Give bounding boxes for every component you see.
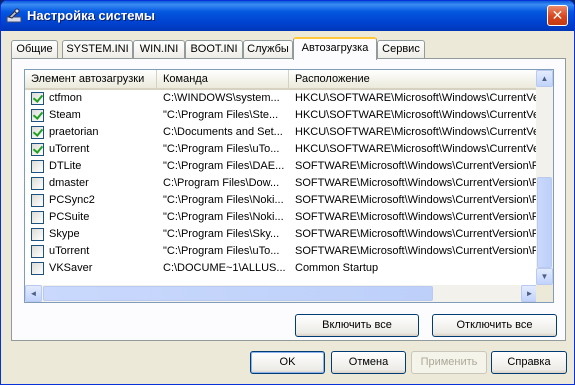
startup-item-location: HKCU\SOFTWARE\Microsoft\Windows\CurrentV… [295, 126, 538, 138]
startup-item-command: C:\WINDOWS\system... [163, 92, 280, 104]
startup-item-name: dmaster [49, 177, 89, 189]
startup-item-command: C:\Program Files\Dow... [163, 177, 280, 189]
startup-item-name: praetorian [49, 126, 99, 138]
window-title: Настройка системы [27, 8, 156, 23]
startup-item-location: HKCU\SOFTWARE\Microsoft\Windows\CurrentV… [295, 143, 538, 155]
startup-item-location: Common Startup [295, 262, 379, 274]
enable-checkbox[interactable] [31, 109, 44, 122]
tab-general[interactable]: Общие [11, 40, 58, 59]
startup-item-command: "C:\Program Files\Noki... [163, 194, 284, 206]
enable-checkbox[interactable] [31, 211, 44, 224]
startup-item-location: HKCU\SOFTWARE\Microsoft\Windows\CurrentV… [295, 92, 538, 104]
vertical-scroll-thumb[interactable] [537, 177, 552, 268]
tab-tools[interactable]: Сервис [377, 40, 425, 59]
arrow-up-icon: ▲ [540, 74, 549, 83]
horizontal-scrollbar[interactable]: ◄ ► [25, 285, 538, 302]
startup-item-command: "C:\Program Files\Noki... [163, 211, 284, 223]
vertical-scrollbar[interactable]: ▲ ▼ [536, 70, 553, 285]
tab-system-ini[interactable]: SYSTEM.INI [62, 40, 133, 59]
enable-checkbox[interactable] [31, 262, 44, 275]
startup-item-name: uTorrent [49, 143, 90, 155]
tab-services[interactable]: Службы [243, 40, 293, 59]
disable-all-button[interactable]: Отключить все [432, 314, 557, 337]
table-row[interactable]: PCSuite "C:\Program Files\Noki... SOFTWARE… [25, 209, 538, 226]
startup-item-name: PCSuite [49, 211, 90, 223]
scroll-left-button[interactable]: ◄ [25, 285, 42, 302]
enable-checkbox[interactable] [31, 126, 44, 139]
scroll-up-button[interactable]: ▲ [536, 70, 553, 87]
tab-boot-ini[interactable]: BOOT.INI [185, 40, 243, 59]
table-row[interactable]: ctfmon C:\WINDOWS\system... HKCU\SOFTWARE\… [25, 90, 538, 107]
close-button[interactable]: ✕ [547, 5, 568, 26]
arrow-right-icon: ► [525, 289, 534, 298]
arrow-left-icon: ◄ [29, 289, 38, 298]
system-configuration-window: Настройка системы ✕ Общие SYSTEM.INI WIN… [0, 0, 575, 385]
apply-button[interactable]: Применить [411, 351, 487, 374]
enable-checkbox[interactable] [31, 228, 44, 241]
startup-item-name: ctfmon [49, 92, 83, 104]
cancel-button[interactable]: Отмена [331, 351, 406, 374]
startup-item-command: "C:\Program Files\uTo... [163, 143, 280, 155]
startup-item-location: SOFTWARE\Microsoft\Windows\CurrentVersio… [295, 177, 538, 189]
enable-checkbox[interactable] [31, 160, 44, 173]
table-row[interactable]: Skype "C:\Program Files\Sky... SOFTWARE\Mi… [25, 226, 538, 243]
table-row[interactable]: Steam "C:\Program Files\Ste... HKCU\SOFTWA… [25, 107, 538, 124]
startup-item-location: SOFTWARE\Microsoft\Windows\CurrentVersio… [295, 160, 538, 172]
startup-tab-panel: Элемент автозагрузки Команда Расположени… [11, 58, 566, 341]
ok-button[interactable]: OK [250, 351, 325, 374]
table-row[interactable]: PCSync2 "C:\Program Files\Noki... SOFTWARE… [25, 192, 538, 209]
startup-item-command: "C:\Program Files\Sky... [163, 228, 280, 240]
startup-item-name: Skype [49, 228, 80, 240]
startup-item-location: SOFTWARE\Microsoft\Windows\CurrentVersio… [295, 211, 538, 223]
column-header-startup-item[interactable]: Элемент автозагрузки [25, 70, 157, 88]
enable-checkbox[interactable] [31, 245, 44, 258]
startup-item-name: VKSaver [49, 262, 93, 274]
startup-item-command: "C:\Program Files\Ste... [163, 109, 279, 121]
column-header-location[interactable]: Расположение [289, 70, 538, 88]
tab-startup[interactable]: Автозагрузка [293, 37, 377, 60]
startup-item-location: SOFTWARE\Microsoft\Windows\CurrentVersio… [295, 245, 538, 257]
horizontal-scroll-thumb[interactable] [43, 286, 433, 301]
startup-item-name: uTorrent [49, 245, 90, 257]
title-bar[interactable]: Настройка системы ✕ [1, 1, 574, 31]
startup-item-name: DTLite [49, 160, 82, 172]
table-row[interactable]: uTorrent "C:\Program Files\uTo... HKCU\SOF… [25, 141, 538, 158]
tab-win-ini[interactable]: WIN.INI [133, 40, 185, 59]
dialog-body: Общие SYSTEM.INI WIN.INI BOOT.INI Службы… [5, 31, 570, 380]
help-button[interactable]: Справка [491, 351, 567, 374]
startup-items-list[interactable]: Элемент автозагрузки Команда Расположени… [24, 69, 554, 303]
list-header: Элемент автозагрузки Команда Расположени… [25, 70, 538, 90]
enable-checkbox[interactable] [31, 92, 44, 105]
startup-item-command: "C:\Program Files\DAE... [163, 160, 285, 172]
table-row[interactable]: VKSaver C:\DOCUME~1\ALLUS... Common Startu… [25, 260, 538, 277]
startup-item-location: HKCU\SOFTWARE\Microsoft\Windows\CurrentV… [295, 109, 538, 121]
startup-item-command: "C:\Program Files\uTo... [163, 245, 280, 257]
table-row[interactable]: praetorian C:\Documents and Set... HKCU\SO… [25, 124, 538, 141]
enable-checkbox[interactable] [31, 143, 44, 156]
scroll-down-button[interactable]: ▼ [536, 268, 553, 285]
startup-item-name: PCSync2 [49, 194, 95, 206]
startup-item-location: SOFTWARE\Microsoft\Windows\CurrentVersio… [295, 228, 538, 240]
arrow-down-icon: ▼ [540, 272, 549, 281]
close-icon: ✕ [551, 7, 564, 23]
table-row[interactable]: DTLite "C:\Program Files\DAE... SOFTWARE\M… [25, 158, 538, 175]
column-header-command[interactable]: Команда [157, 70, 289, 88]
startup-item-command: C:\Documents and Set... [163, 126, 283, 138]
startup-item-location: SOFTWARE\Microsoft\Windows\CurrentVersio… [295, 194, 538, 206]
enable-checkbox[interactable] [31, 177, 44, 190]
table-row[interactable]: uTorrent "C:\Program Files\uTo... SOFTWARE… [25, 243, 538, 260]
table-row[interactable]: dmaster C:\Program Files\Dow... SOFTWARE\M… [25, 175, 538, 192]
scrollbar-corner [536, 285, 553, 302]
system-config-icon [6, 8, 22, 23]
enable-all-button[interactable]: Включить все [295, 314, 419, 337]
startup-item-name: Steam [49, 109, 81, 121]
enable-checkbox[interactable] [31, 194, 44, 207]
startup-item-command: C:\DOCUME~1\ALLUS... [163, 262, 286, 274]
